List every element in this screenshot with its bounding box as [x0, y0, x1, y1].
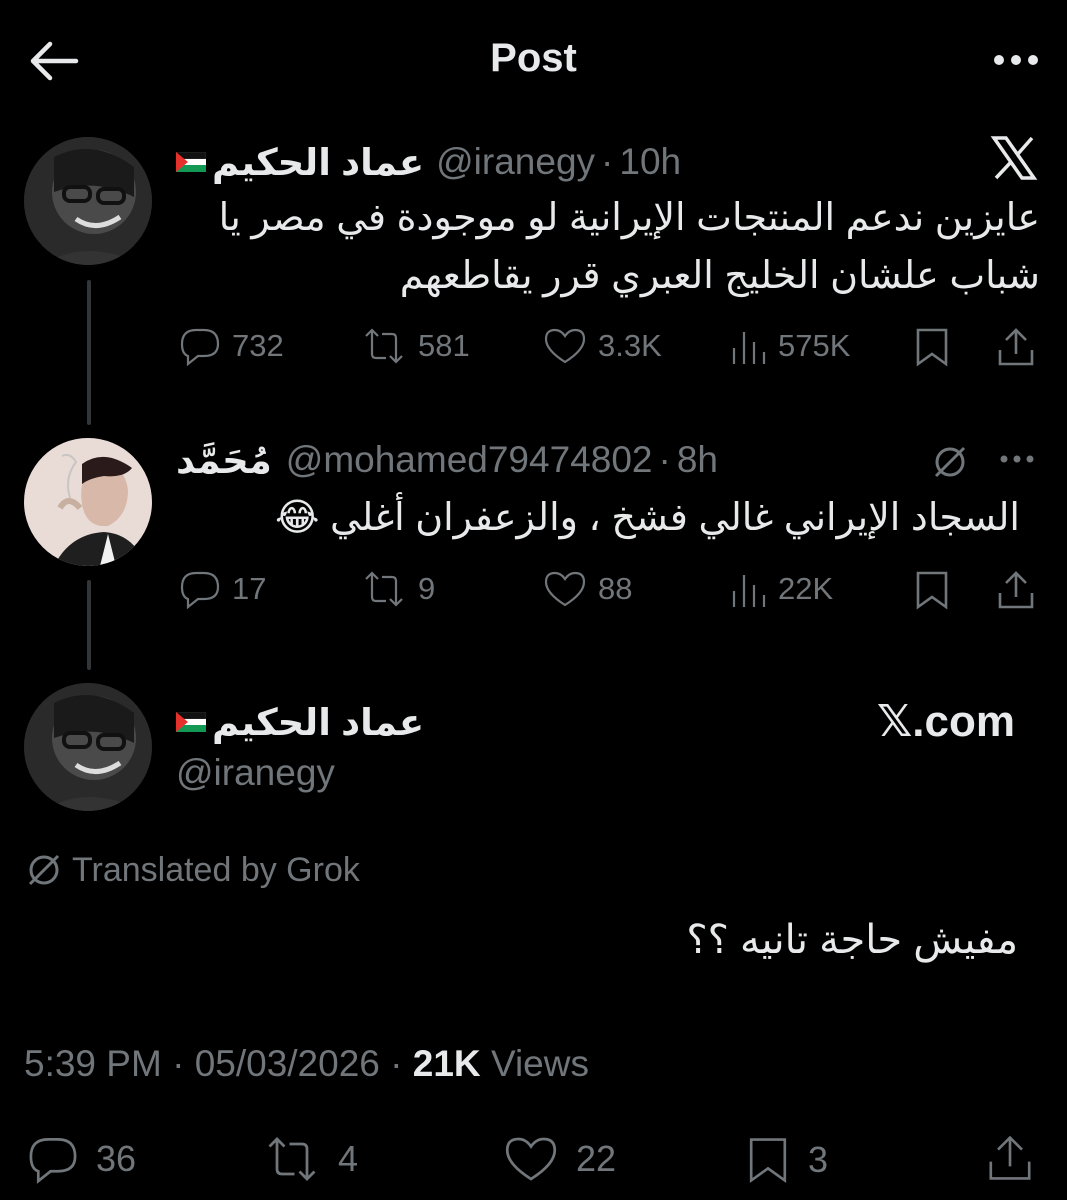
views-icon — [732, 575, 766, 607]
reply-count: 36 — [96, 1138, 137, 1179]
like-count: 3.3K — [598, 328, 662, 363]
repost-icon — [268, 1137, 316, 1181]
post-date[interactable]: 05/03/2026 — [195, 1043, 380, 1084]
page-title: Post — [490, 36, 577, 80]
main-author-name-row: عماد الحكيم — [176, 698, 424, 746]
author-name[interactable]: عماد الحكيم — [212, 701, 424, 744]
translate-icon — [28, 854, 60, 886]
post-time[interactable]: 5:39 PM — [24, 1043, 162, 1084]
tweet1-text-line2: شباب علشان الخليج العبري قرر يقاطعهم — [399, 255, 1040, 297]
views-label: Views — [490, 1043, 589, 1084]
author-handle[interactable]: @iranegy — [176, 752, 335, 794]
repost-button[interactable]: 4 — [262, 1134, 358, 1184]
reply-button[interactable]: 36 — [26, 1134, 136, 1184]
tweet2-header: مُحَمَّد @mohamed79474802 · 8h — [176, 436, 876, 484]
thread-line — [87, 280, 91, 425]
separator: · — [658, 439, 671, 480]
repost-count: 581 — [418, 328, 470, 363]
tweet1-text-line1: عايزين ندعم المنتجات الإيرانية لو موجودة… — [218, 197, 1040, 239]
profile-photo — [24, 137, 152, 265]
share-icon — [998, 328, 1034, 366]
post-metadata: 5:39 PM · 05/03/2026 · 21K Views — [24, 1043, 589, 1085]
heart-icon — [544, 328, 586, 364]
repost-button[interactable]: 9 — [360, 569, 435, 609]
reply-button[interactable]: 17 — [178, 569, 266, 609]
views-count: 575K — [778, 328, 851, 363]
bookmark-icon — [749, 1138, 787, 1183]
share-button[interactable] — [986, 1132, 1034, 1184]
author-name[interactable]: مُحَمَّد — [176, 439, 272, 482]
source-label: 𝕏.com — [876, 697, 1015, 746]
repost-icon — [365, 571, 403, 607]
bookmark-count: 3 — [808, 1139, 829, 1180]
bookmark-icon — [916, 571, 948, 610]
reply-button[interactable]: 732 — [178, 326, 284, 366]
share-icon — [989, 1135, 1031, 1180]
flag-icon — [176, 152, 206, 172]
reply-count: 732 — [232, 328, 284, 363]
like-count: 22 — [576, 1138, 617, 1179]
like-button[interactable]: 88 — [542, 569, 632, 609]
views-button[interactable]: 575K — [728, 326, 850, 366]
tweet2-text: السجاد الإيراني غالي فشخ ، والزعفران أغل… — [275, 497, 1020, 539]
like-button[interactable]: 3.3K — [542, 326, 662, 366]
avatar[interactable] — [24, 683, 152, 811]
share-icon — [998, 571, 1034, 609]
reply-icon — [180, 571, 220, 609]
separator: · — [172, 1043, 185, 1084]
bookmark-icon — [916, 328, 948, 367]
like-count: 88 — [598, 571, 633, 606]
translated-label: Translated by Grok — [72, 850, 360, 889]
x-logo-icon — [990, 136, 1038, 180]
profile-photo — [24, 683, 152, 811]
views-button[interactable]: 22K — [728, 569, 833, 609]
reply-icon — [29, 1138, 77, 1184]
tweet1-header: عماد الحكيم @iranegy · 10h — [176, 138, 816, 186]
thread-line — [87, 580, 91, 670]
heart-icon — [544, 571, 586, 607]
more-options-button[interactable] — [990, 50, 1050, 70]
avatar[interactable] — [24, 137, 152, 265]
views-count: 22K — [778, 571, 834, 606]
like-button[interactable]: 22 — [502, 1134, 616, 1184]
repost-count: 4 — [338, 1138, 359, 1179]
reply-count: 17 — [232, 571, 267, 606]
heart-icon — [505, 1137, 557, 1181]
main-post-text: مفيش حاجة تانيه ؟؟ — [686, 918, 1018, 962]
bookmark-button[interactable]: 3 — [744, 1134, 828, 1186]
translated-by-row[interactable]: Translated by Grok — [24, 850, 360, 890]
views-icon — [732, 332, 766, 364]
share-button[interactable] — [996, 569, 1036, 611]
avatar[interactable] — [24, 438, 152, 566]
more-horizontal-icon — [994, 55, 1038, 65]
flag-icon — [176, 712, 206, 732]
author-handle[interactable]: @iranegy — [436, 141, 595, 183]
profile-photo — [24, 438, 152, 566]
repost-icon — [365, 328, 403, 364]
repost-button[interactable]: 581 — [360, 326, 470, 366]
timestamp[interactable]: 8h — [677, 439, 718, 481]
timestamp[interactable]: 10h — [619, 141, 681, 183]
bookmark-button[interactable] — [912, 326, 952, 368]
separator: · — [390, 1043, 403, 1084]
views-count: 21K — [412, 1043, 481, 1084]
repost-count: 9 — [418, 571, 436, 606]
more-options-button[interactable] — [998, 452, 1038, 466]
separator: · — [601, 141, 614, 182]
more-horizontal-icon — [1000, 455, 1034, 463]
author-handle[interactable]: @mohamed79474802 — [286, 439, 653, 481]
share-button[interactable] — [996, 326, 1036, 368]
reply-icon — [180, 328, 220, 366]
bookmark-button[interactable] — [912, 569, 952, 611]
author-name[interactable]: عماد الحكيم — [212, 141, 424, 184]
translate-icon[interactable] — [930, 442, 970, 482]
